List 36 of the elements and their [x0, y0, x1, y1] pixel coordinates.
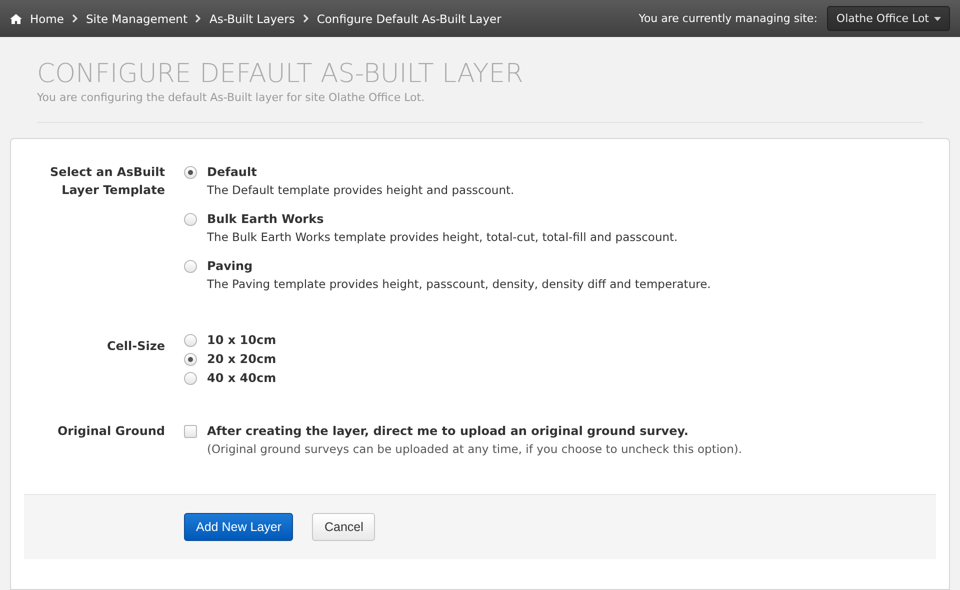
radio-button[interactable]	[184, 213, 197, 226]
site-dropdown[interactable]: Olathe Office Lot	[827, 6, 950, 31]
radio-button[interactable]	[184, 334, 197, 347]
breadcrumb-link[interactable]: Site Management	[86, 12, 188, 26]
field-label: Original Ground	[56, 423, 165, 440]
option-label: 10 x 10cm	[207, 332, 278, 349]
radio-button[interactable]	[184, 260, 197, 273]
field-label: Cell-Size	[106, 338, 165, 355]
home-icon	[10, 14, 22, 24]
option-label: Bulk Earth Works	[207, 211, 325, 228]
page-title: CONFIGURE DEFAULT AS-BUILT LAYER	[37, 59, 524, 89]
chevron-icon	[302, 14, 309, 23]
checkbox[interactable]	[184, 425, 197, 438]
breadcrumb-link[interactable]: As-Built Layers	[209, 12, 295, 26]
option-description: The Paving template provides height, passcount, density, density diff and temperature.	[207, 276, 712, 293]
caret-icon	[934, 16, 941, 20]
option-label: 40 x 40cm	[207, 370, 278, 387]
option-label: 20 x 20cm	[207, 351, 278, 368]
option-description: The Default template provides height and passcount.	[207, 182, 516, 199]
radio-button[interactable]	[184, 353, 197, 366]
option-description: (Original ground surveys can be uploaded at any time, if you choose to uncheck this option).	[207, 441, 744, 458]
chevron-icon	[72, 14, 78, 23]
field-label: Select an AsBuilt Layer Template	[49, 164, 165, 199]
option-label: Default	[207, 164, 258, 181]
option-label: After creating the layer, direct me to upload an original ground survey.	[207, 423, 690, 440]
breadcrumb-link[interactable]: Home	[30, 12, 64, 26]
cancel-button[interactable]: Cancel	[312, 513, 376, 541]
site-label: You are currently managing site:	[638, 12, 818, 25]
breadcrumb-link[interactable]: Configure Default As-Built Layer	[316, 12, 502, 26]
radio-button[interactable]	[184, 166, 197, 179]
option-description: The Bulk Earth Works template provides height, total-cut, total-fill and passcount.	[207, 229, 679, 246]
add-layer-button[interactable]: Add New Layer	[184, 513, 294, 541]
option-label: Paving	[207, 258, 254, 275]
radio-button[interactable]	[184, 372, 197, 385]
chevron-icon	[195, 14, 202, 23]
page-subtitle: You are configuring the default As-Built layer for site Olathe Office Lot.	[37, 91, 426, 104]
